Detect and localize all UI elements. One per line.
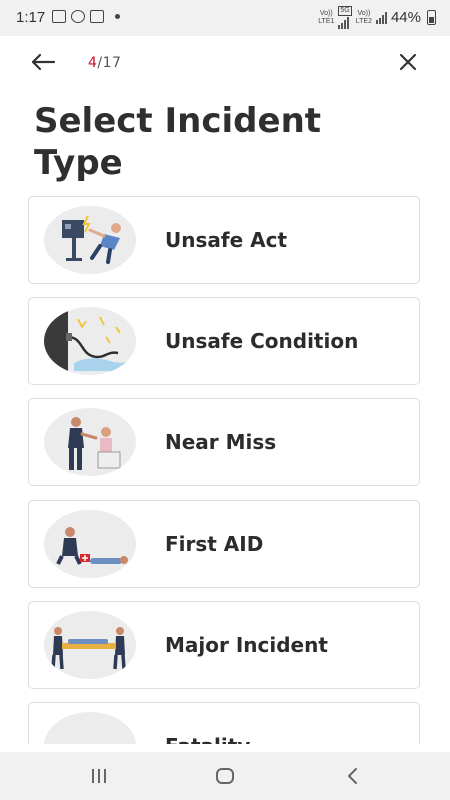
incident-card-first-aid[interactable]: First AID — [28, 500, 420, 588]
incident-card-major-incident[interactable]: Major Incident — [28, 601, 420, 689]
step-progress: 4/17 — [88, 55, 121, 71]
chevron-left-icon — [348, 768, 357, 784]
incident-label: Fatality — [165, 703, 405, 744]
electric-shock-illustration-icon — [44, 206, 136, 274]
back-button[interactable] — [30, 50, 58, 74]
step-total: /17 — [97, 55, 122, 71]
status-right: Vo)) LTE1 5G Vo)) LTE2 44% — [318, 6, 436, 29]
battery-percent: 44% — [390, 9, 421, 26]
first-aid-illustration-icon — [44, 510, 136, 578]
fatality-illustration-icon — [44, 712, 136, 744]
incident-card-fatality[interactable]: Fatality — [28, 702, 420, 744]
status-time: 1:17 — [16, 9, 46, 26]
home-button[interactable] — [216, 768, 234, 784]
more-notifications-icon — [115, 14, 120, 19]
incident-type-list[interactable]: Unsafe Act Unsafe Condition Near Miss Fi… — [28, 196, 422, 744]
voicemail-icon — [90, 10, 104, 23]
incident-card-unsafe-act[interactable]: Unsafe Act — [28, 196, 420, 284]
system-nav-bar — [0, 752, 450, 800]
incident-card-unsafe-condition[interactable]: Unsafe Condition — [28, 297, 420, 385]
recent-apps-button[interactable] — [92, 769, 110, 783]
sim1-network: Vo)) LTE1 — [318, 9, 335, 25]
page-title: Select Incident Type — [34, 101, 322, 183]
incident-label: Major Incident — [165, 633, 328, 657]
gallery-icon — [52, 10, 66, 23]
sim2-network: Vo)) LTE2 — [355, 9, 372, 25]
incident-card-near-miss[interactable]: Near Miss — [28, 398, 420, 486]
close-button[interactable] — [396, 50, 420, 74]
step-current: 4 — [88, 55, 98, 71]
sim1-signal: 5G — [338, 6, 352, 29]
battery-icon — [427, 10, 436, 25]
incident-label: Unsafe Condition — [165, 329, 359, 353]
network-5g-badge: 5G — [338, 6, 352, 16]
medical-assist-illustration-icon — [44, 408, 136, 476]
electrical-hazard-illustration-icon — [44, 307, 136, 375]
header: 4/17 — [0, 36, 450, 92]
close-icon — [399, 53, 417, 71]
whatsapp-icon — [71, 10, 85, 23]
signal-icon — [375, 11, 387, 24]
incident-label: Unsafe Act — [165, 228, 288, 252]
notification-icons — [52, 10, 120, 23]
incident-label: First AID — [165, 532, 264, 556]
arrow-left-icon — [31, 53, 56, 71]
stretcher-illustration-icon — [44, 611, 136, 679]
incident-label: Near Miss — [165, 430, 277, 454]
system-back-button[interactable] — [345, 767, 361, 785]
signal-icon — [338, 17, 351, 29]
status-bar: 1:17 Vo)) LTE1 5G Vo)) LTE2 44% — [0, 0, 450, 36]
